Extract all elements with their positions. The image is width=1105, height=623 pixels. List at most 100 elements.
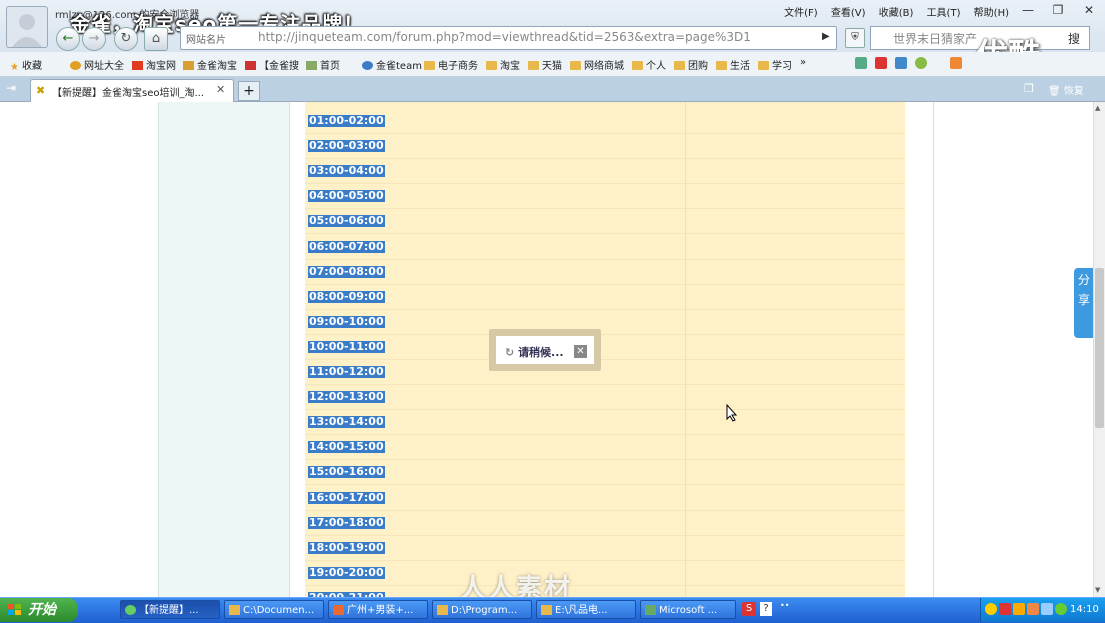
extension-icon[interactable] (855, 57, 867, 69)
share-button[interactable]: 分 享 (1074, 268, 1094, 338)
arrow-right-icon: → (88, 31, 100, 46)
scroll-down-icon[interactable]: ▼ (1095, 586, 1100, 594)
tab-close-icon[interactable]: ✕ (216, 83, 225, 96)
folder-icon (758, 61, 769, 70)
extension-icon[interactable] (915, 57, 927, 69)
search-input-text[interactable]: 世界末日猜家产 (893, 30, 977, 47)
close-window-button[interactable]: ✕ (1074, 0, 1104, 20)
time-slot-cell: 05:00-06:00 (308, 214, 385, 228)
restore-closed-tabs-button[interactable]: 🗑 恢复 (1048, 82, 1084, 97)
bookmark-favorites[interactable]: ★ 收藏 (10, 57, 42, 73)
language-icon[interactable]: •• (780, 601, 789, 610)
time-slot-cell: 11:00-12:00 (308, 365, 385, 378)
window-mode-icon[interactable]: ❐ (1024, 82, 1034, 95)
tray-app-icon[interactable] (1055, 603, 1067, 615)
time-slot-cell: 16:00-17:00 (308, 490, 385, 504)
home-button[interactable]: ⌂ (144, 27, 168, 51)
folder-icon (229, 605, 240, 615)
loading-text: ↻ 请稍候... (505, 346, 564, 359)
bookmark-home[interactable]: 首页 (306, 57, 340, 72)
bookmark-jinque-taobao[interactable]: 金雀淘宝 (183, 57, 237, 72)
tray-app-icon[interactable] (1013, 603, 1025, 615)
menu-tools[interactable]: 工具(T) (927, 8, 961, 19)
back-button[interactable]: ← (56, 27, 80, 51)
search-button[interactable]: 搜 (1068, 30, 1080, 47)
bookmark-folder-online-mall[interactable]: 网络商城 (570, 57, 624, 72)
new-tab-button[interactable]: + (238, 81, 260, 101)
taskbar-item-folder-d[interactable]: D:\Program... (432, 600, 532, 619)
sogou-input-icon[interactable]: S (742, 602, 756, 616)
time-slot-cell: 03:00-04:00 (308, 164, 385, 178)
time-slot-cell: 18:00-19:00 (308, 540, 385, 554)
bookmark-taobao[interactable]: 淘宝网 (132, 57, 176, 72)
table-row: 18:00-19:00 (305, 535, 905, 561)
menu-favorites[interactable]: 收藏(B) (879, 8, 914, 19)
grid-icon (245, 61, 256, 70)
bookmark-jinque-search[interactable]: 【金雀搜 (245, 57, 299, 72)
menu-help[interactable]: 帮助(H) (974, 8, 1009, 19)
table-row: 08:00-09:00 (305, 284, 905, 310)
site-card-label[interactable]: 网站名片 (186, 31, 226, 46)
table-row: 07:00-08:00 (305, 259, 905, 285)
trash-icon: 🗑 (1048, 86, 1061, 97)
clock[interactable]: 14:10 (1070, 604, 1099, 615)
shield-icon[interactable]: ⛨ (845, 28, 865, 48)
tray-app-icon[interactable] (999, 603, 1011, 615)
page-right-border (933, 102, 934, 597)
mouse-cursor-icon (726, 403, 738, 425)
folder-icon (437, 605, 448, 615)
extension-icon[interactable] (895, 57, 907, 69)
bookmark-url-directory[interactable]: 网址大全 (70, 57, 124, 72)
bookmark-jinque-team[interactable]: 金雀team (362, 57, 422, 72)
taskbar-item-browser[interactable]: 【新提醒】... (120, 600, 220, 619)
table-row: 20:00-21:00 (305, 585, 905, 597)
tab-title[interactable]: 【新提醒】金雀淘宝seo培训_淘... (52, 84, 212, 99)
time-slot-cell: 13:00-14:00 (308, 415, 385, 429)
time-slot-cell: 12:00-13:00 (308, 390, 385, 404)
bookmark-folder-taobao[interactable]: 淘宝 (486, 57, 520, 72)
bookmarks-more-icon[interactable]: » (800, 57, 806, 68)
avatar[interactable] (6, 6, 48, 48)
extension-icon[interactable] (950, 57, 962, 69)
time-slot-cell: 07:00-08:00 (308, 264, 385, 278)
maximize-button[interactable]: ❐ (1043, 0, 1073, 20)
forward-button[interactable]: → (82, 27, 106, 51)
time-slot-cell: 01:00-02:00 (308, 114, 385, 127)
table-row: 12:00-13:00 (305, 384, 905, 411)
extension-icon[interactable] (875, 57, 887, 69)
taskbar-item-folder-c[interactable]: C:\Documen... (224, 600, 324, 619)
table-row: 15:00-16:00 (305, 459, 905, 486)
bookmark-folder-ecommerce[interactable]: 电子商务 (424, 57, 478, 72)
taskbar-item-microsoft[interactable]: Microsoft ... (640, 600, 736, 619)
table-row: 10:00-11:00 (305, 334, 905, 360)
time-slot-cell: 15:00-16:00 (308, 465, 385, 479)
bookmark-folder-study[interactable]: 学习 (758, 57, 792, 72)
arrow-left-icon: ← (62, 31, 74, 46)
taskbar-item-folder-e[interactable]: E:\凡品电... (536, 600, 636, 619)
time-slot-cell: 09:00-10:00 (308, 314, 385, 328)
bookmark-folder-life[interactable]: 生活 (716, 57, 750, 72)
bookmark-folder-tmall[interactable]: 天猫 (528, 57, 562, 72)
go-icon[interactable]: ▶ (822, 31, 830, 42)
menu-view[interactable]: 查看(V) (831, 8, 866, 19)
bookmark-folder-group-buy[interactable]: 团购 (674, 57, 708, 72)
taskbar-item-document[interactable]: 广州+男装+... (328, 600, 428, 619)
url-text[interactable]: http://jinqueteam.com/forum.php?mod=view… (258, 30, 751, 44)
tray-app-icon[interactable] (1027, 603, 1039, 615)
loading-close-icon[interactable]: ✕ (574, 345, 587, 358)
network-icon[interactable] (1041, 603, 1053, 615)
folder-icon (716, 61, 727, 70)
refresh-button[interactable]: ↻ (114, 27, 138, 51)
minimize-button[interactable]: — (1013, 0, 1043, 20)
sidebar-toggle-icon[interactable]: ⇥ (6, 81, 16, 95)
schedule-table: 01:00-02:00 02:00-03:00 03:00-04:00 04:00-0… (305, 102, 905, 597)
app-icon (645, 605, 656, 615)
bookmark-folder-personal[interactable]: 个人 (632, 57, 666, 72)
table-row: 09:00-10:00 (305, 309, 905, 335)
tray-app-icon[interactable] (985, 603, 997, 615)
menu-file[interactable]: 文件(F) (784, 8, 818, 19)
scrollbar-thumb[interactable] (1095, 268, 1104, 428)
scroll-up-icon[interactable]: ▲ (1095, 104, 1100, 112)
folder-icon (541, 605, 552, 615)
help-icon[interactable]: ? (760, 602, 772, 616)
